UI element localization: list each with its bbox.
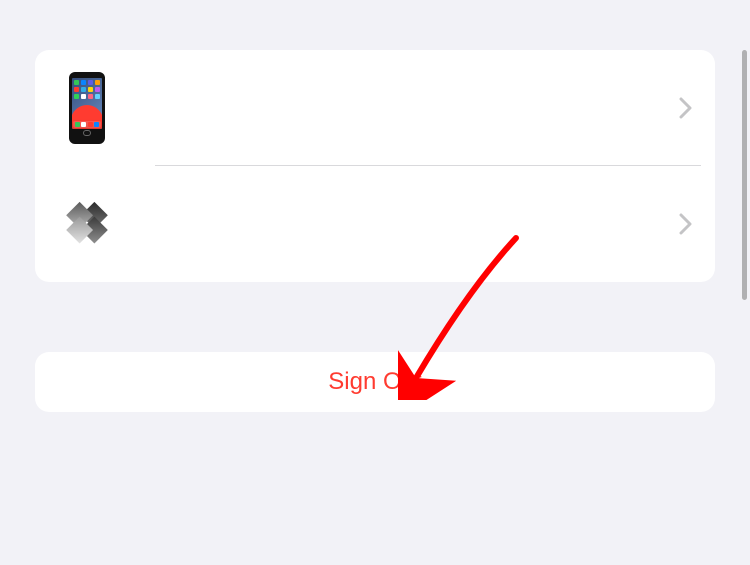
chevron-right-icon bbox=[679, 213, 693, 235]
signout-card: Sign Out bbox=[35, 352, 715, 412]
bootcamp-diamond-icon bbox=[57, 202, 117, 246]
device-row-iphone[interactable] bbox=[35, 50, 715, 166]
chevron-right-icon bbox=[679, 97, 693, 119]
device-list-card bbox=[35, 50, 715, 282]
device-row-bootcamp[interactable] bbox=[35, 166, 715, 282]
settings-content: Sign Out bbox=[0, 50, 750, 412]
scrollbar[interactable] bbox=[742, 50, 747, 300]
sign-out-button[interactable]: Sign Out bbox=[35, 352, 715, 412]
iphone-icon bbox=[57, 72, 117, 144]
sign-out-label: Sign Out bbox=[328, 368, 421, 396]
